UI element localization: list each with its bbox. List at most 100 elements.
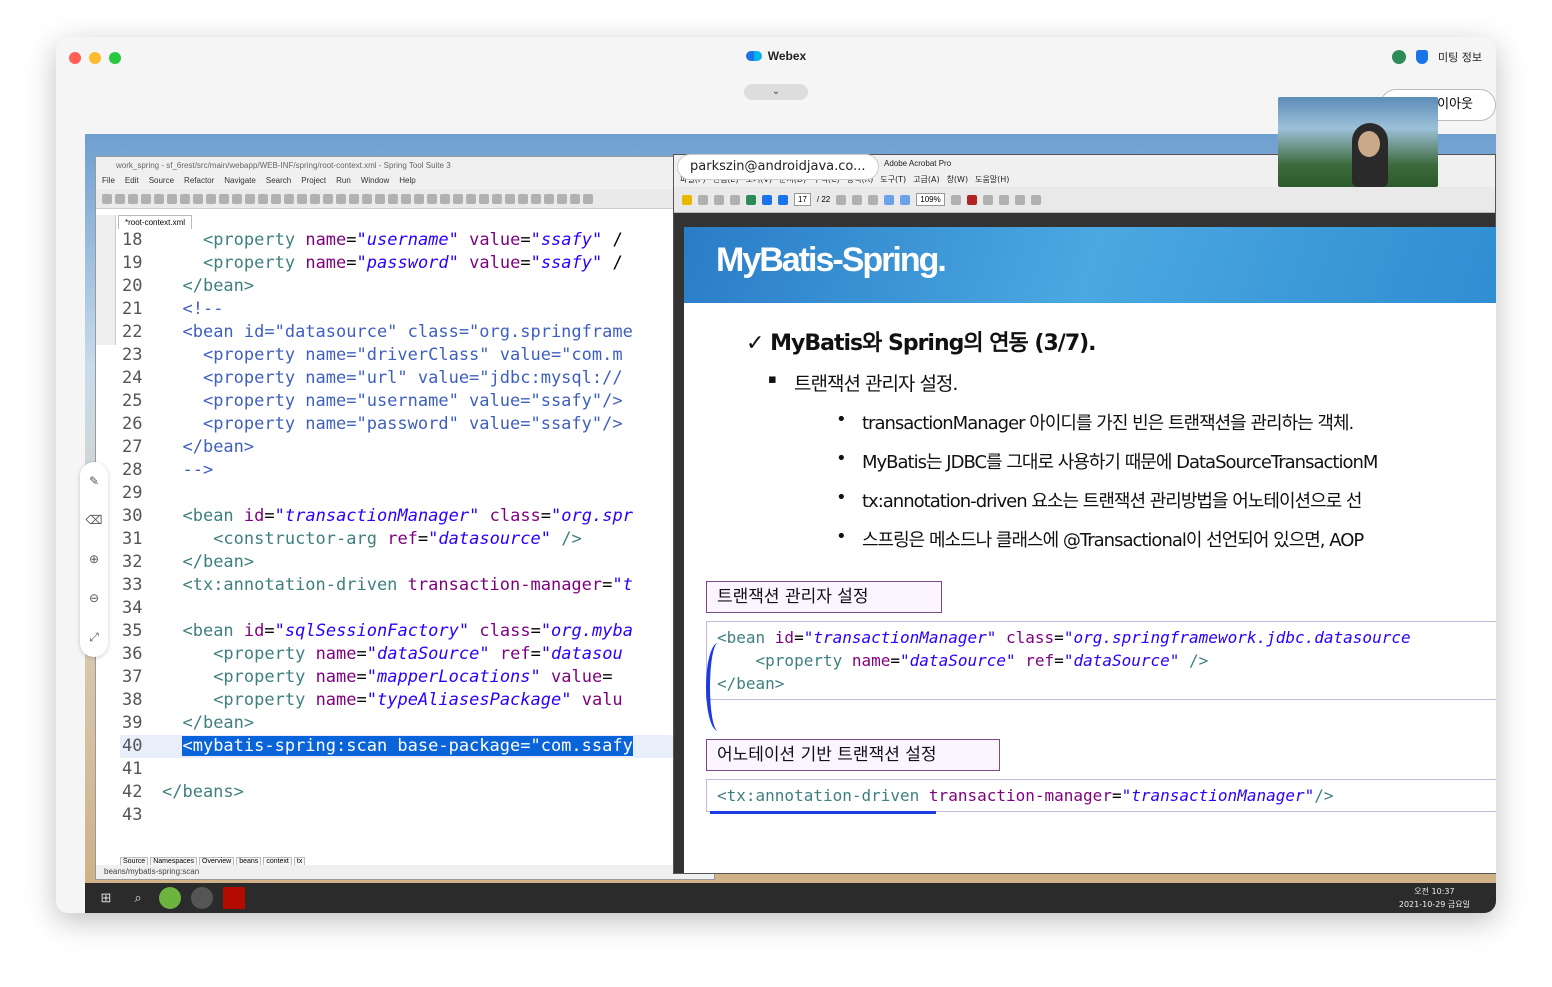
menu-item[interactable]: Window: [361, 176, 389, 188]
toolbar-icon[interactable]: [570, 193, 580, 204]
zoom-out-icon[interactable]: [884, 194, 895, 205]
toolbar-icon[interactable]: [310, 193, 320, 204]
toolbar-icon[interactable]: [375, 193, 385, 204]
zoom-in-icon[interactable]: [900, 194, 911, 205]
toolbar-icon[interactable]: [258, 193, 268, 204]
toolbar-icon[interactable]: [388, 193, 398, 204]
toolbar-icon[interactable]: [193, 193, 203, 204]
participant-video[interactable]: [1278, 97, 1438, 187]
toolbar-icon[interactable]: [297, 193, 307, 204]
menu-item[interactable]: Source: [149, 176, 174, 188]
sign-icon[interactable]: [966, 194, 977, 205]
code-token: <tx:annotation-driven: [182, 575, 398, 595]
code-token: <property name="username" value="ssafy"/…: [202, 391, 623, 411]
code-token: "ssafy": [530, 230, 603, 250]
menu-item[interactable]: 고급(A): [913, 174, 939, 186]
search-icon[interactable]: ⌕: [127, 887, 149, 909]
editor-tab[interactable]: *root-context.xml: [118, 215, 193, 229]
acrobat-icon[interactable]: [223, 887, 245, 909]
toolbar-icon[interactable]: [427, 193, 437, 204]
menu-item[interactable]: Search: [266, 176, 291, 188]
menu-item[interactable]: Navigate: [224, 176, 256, 188]
menu-item[interactable]: File: [102, 176, 115, 188]
toolbar-icon[interactable]: [349, 193, 359, 204]
menu-item[interactable]: Help: [399, 176, 415, 188]
toolbar-icon[interactable]: [245, 193, 255, 204]
collapse-toolbar-button[interactable]: ⌄: [744, 84, 808, 100]
slide-banner: MyBatis-Spring.: [684, 227, 1496, 303]
spring-tool-icon[interactable]: [159, 887, 181, 909]
toolbar-icon[interactable]: [453, 193, 463, 204]
slide-bullet: transactionManager 아이디를 가진 빈은 트랜잭션을 관리하는…: [836, 409, 1354, 435]
fit-screen-icon[interactable]: ⤢: [89, 630, 99, 645]
toolbar-icon[interactable]: [518, 193, 528, 204]
code-editor[interactable]: 18 <property name="username" value="ssaf…: [120, 229, 716, 857]
toolbar-icon[interactable]: [440, 193, 450, 204]
pen-icon[interactable]: ✎: [89, 474, 99, 488]
toolbar-icon[interactable]: [232, 193, 242, 204]
prev-page-icon[interactable]: [762, 194, 772, 205]
toolbar-icon[interactable]: [531, 193, 541, 204]
eraser-icon[interactable]: ⌫: [86, 513, 103, 527]
toolbar-icon[interactable]: [115, 193, 125, 204]
attach-icon[interactable]: [998, 194, 1009, 205]
taskbar-clock[interactable]: 오전 10:37 2021-10-29 금요일: [1399, 885, 1470, 911]
toolbar-icon[interactable]: [206, 193, 216, 204]
zoom-icon[interactable]: [868, 194, 879, 205]
toolbar-icon[interactable]: [284, 193, 294, 204]
menu-item[interactable]: 도구(T): [880, 174, 906, 186]
toolbar-icon[interactable]: [154, 193, 164, 204]
toolbar-icon[interactable]: [167, 193, 177, 204]
toolbar-icon[interactable]: [336, 193, 346, 204]
network-signal-icon[interactable]: [1392, 50, 1407, 64]
toolbar-icon[interactable]: [492, 193, 502, 204]
open-icon[interactable]: [682, 194, 692, 205]
form-icon[interactable]: [1014, 194, 1025, 205]
zoom-out-icon[interactable]: ⊖: [89, 591, 99, 605]
menu-item[interactable]: Project: [301, 176, 326, 188]
toolbar-icon[interactable]: [401, 193, 411, 204]
toolbar-icon[interactable]: [557, 193, 567, 204]
toolbar-icon[interactable]: [219, 193, 229, 204]
toolbar-icon[interactable]: [128, 193, 138, 204]
toolbar-icon[interactable]: [479, 193, 489, 204]
menu-item[interactable]: Edit: [125, 176, 139, 188]
email-icon[interactable]: [730, 194, 740, 205]
zoom-select[interactable]: 109%: [916, 193, 945, 206]
toolbar-icon[interactable]: [362, 193, 372, 204]
toolbar-icon[interactable]: [180, 193, 190, 204]
toolbar-icon[interactable]: [271, 193, 281, 204]
comment-icon[interactable]: [1030, 194, 1041, 205]
app-icon[interactable]: [191, 887, 213, 909]
code-token: "password": [356, 253, 459, 273]
menu-item[interactable]: Refactor: [184, 176, 214, 188]
meeting-info-button[interactable]: 미팅 정보: [1438, 49, 1482, 65]
pointer-icon[interactable]: [950, 194, 961, 205]
toolbar-icon[interactable]: [505, 193, 515, 204]
code-token: <!--: [182, 299, 224, 319]
menu-item[interactable]: 도움말(H): [975, 174, 1009, 186]
toolbar-icon[interactable]: [323, 193, 333, 204]
toolbar-icon[interactable]: [141, 193, 151, 204]
code-token: ref: [387, 529, 418, 549]
zoom-in-icon[interactable]: ⊕: [89, 552, 99, 566]
hand-icon[interactable]: [852, 194, 863, 205]
code-token: =: [356, 690, 367, 710]
upload-icon[interactable]: [746, 194, 756, 205]
menu-item[interactable]: Run: [336, 176, 351, 188]
select-icon[interactable]: [836, 194, 847, 205]
stamp-icon[interactable]: [982, 194, 993, 205]
code-line: <bean id="transactionManager" class="org…: [717, 626, 1486, 649]
windows-start-icon[interactable]: ⊞: [95, 887, 117, 909]
toolbar-icon[interactable]: [414, 193, 424, 204]
toolbar-icon[interactable]: [102, 193, 112, 204]
print-icon[interactable]: [698, 194, 708, 205]
toolbar-icon[interactable]: [544, 193, 554, 204]
save-icon[interactable]: [714, 194, 724, 205]
menu-item[interactable]: 창(W): [947, 174, 969, 186]
next-page-icon[interactable]: [778, 194, 788, 205]
toolbar-icon[interactable]: [583, 193, 593, 204]
toolbar-icon[interactable]: [466, 193, 476, 204]
page-number-input[interactable]: 17: [794, 193, 811, 206]
